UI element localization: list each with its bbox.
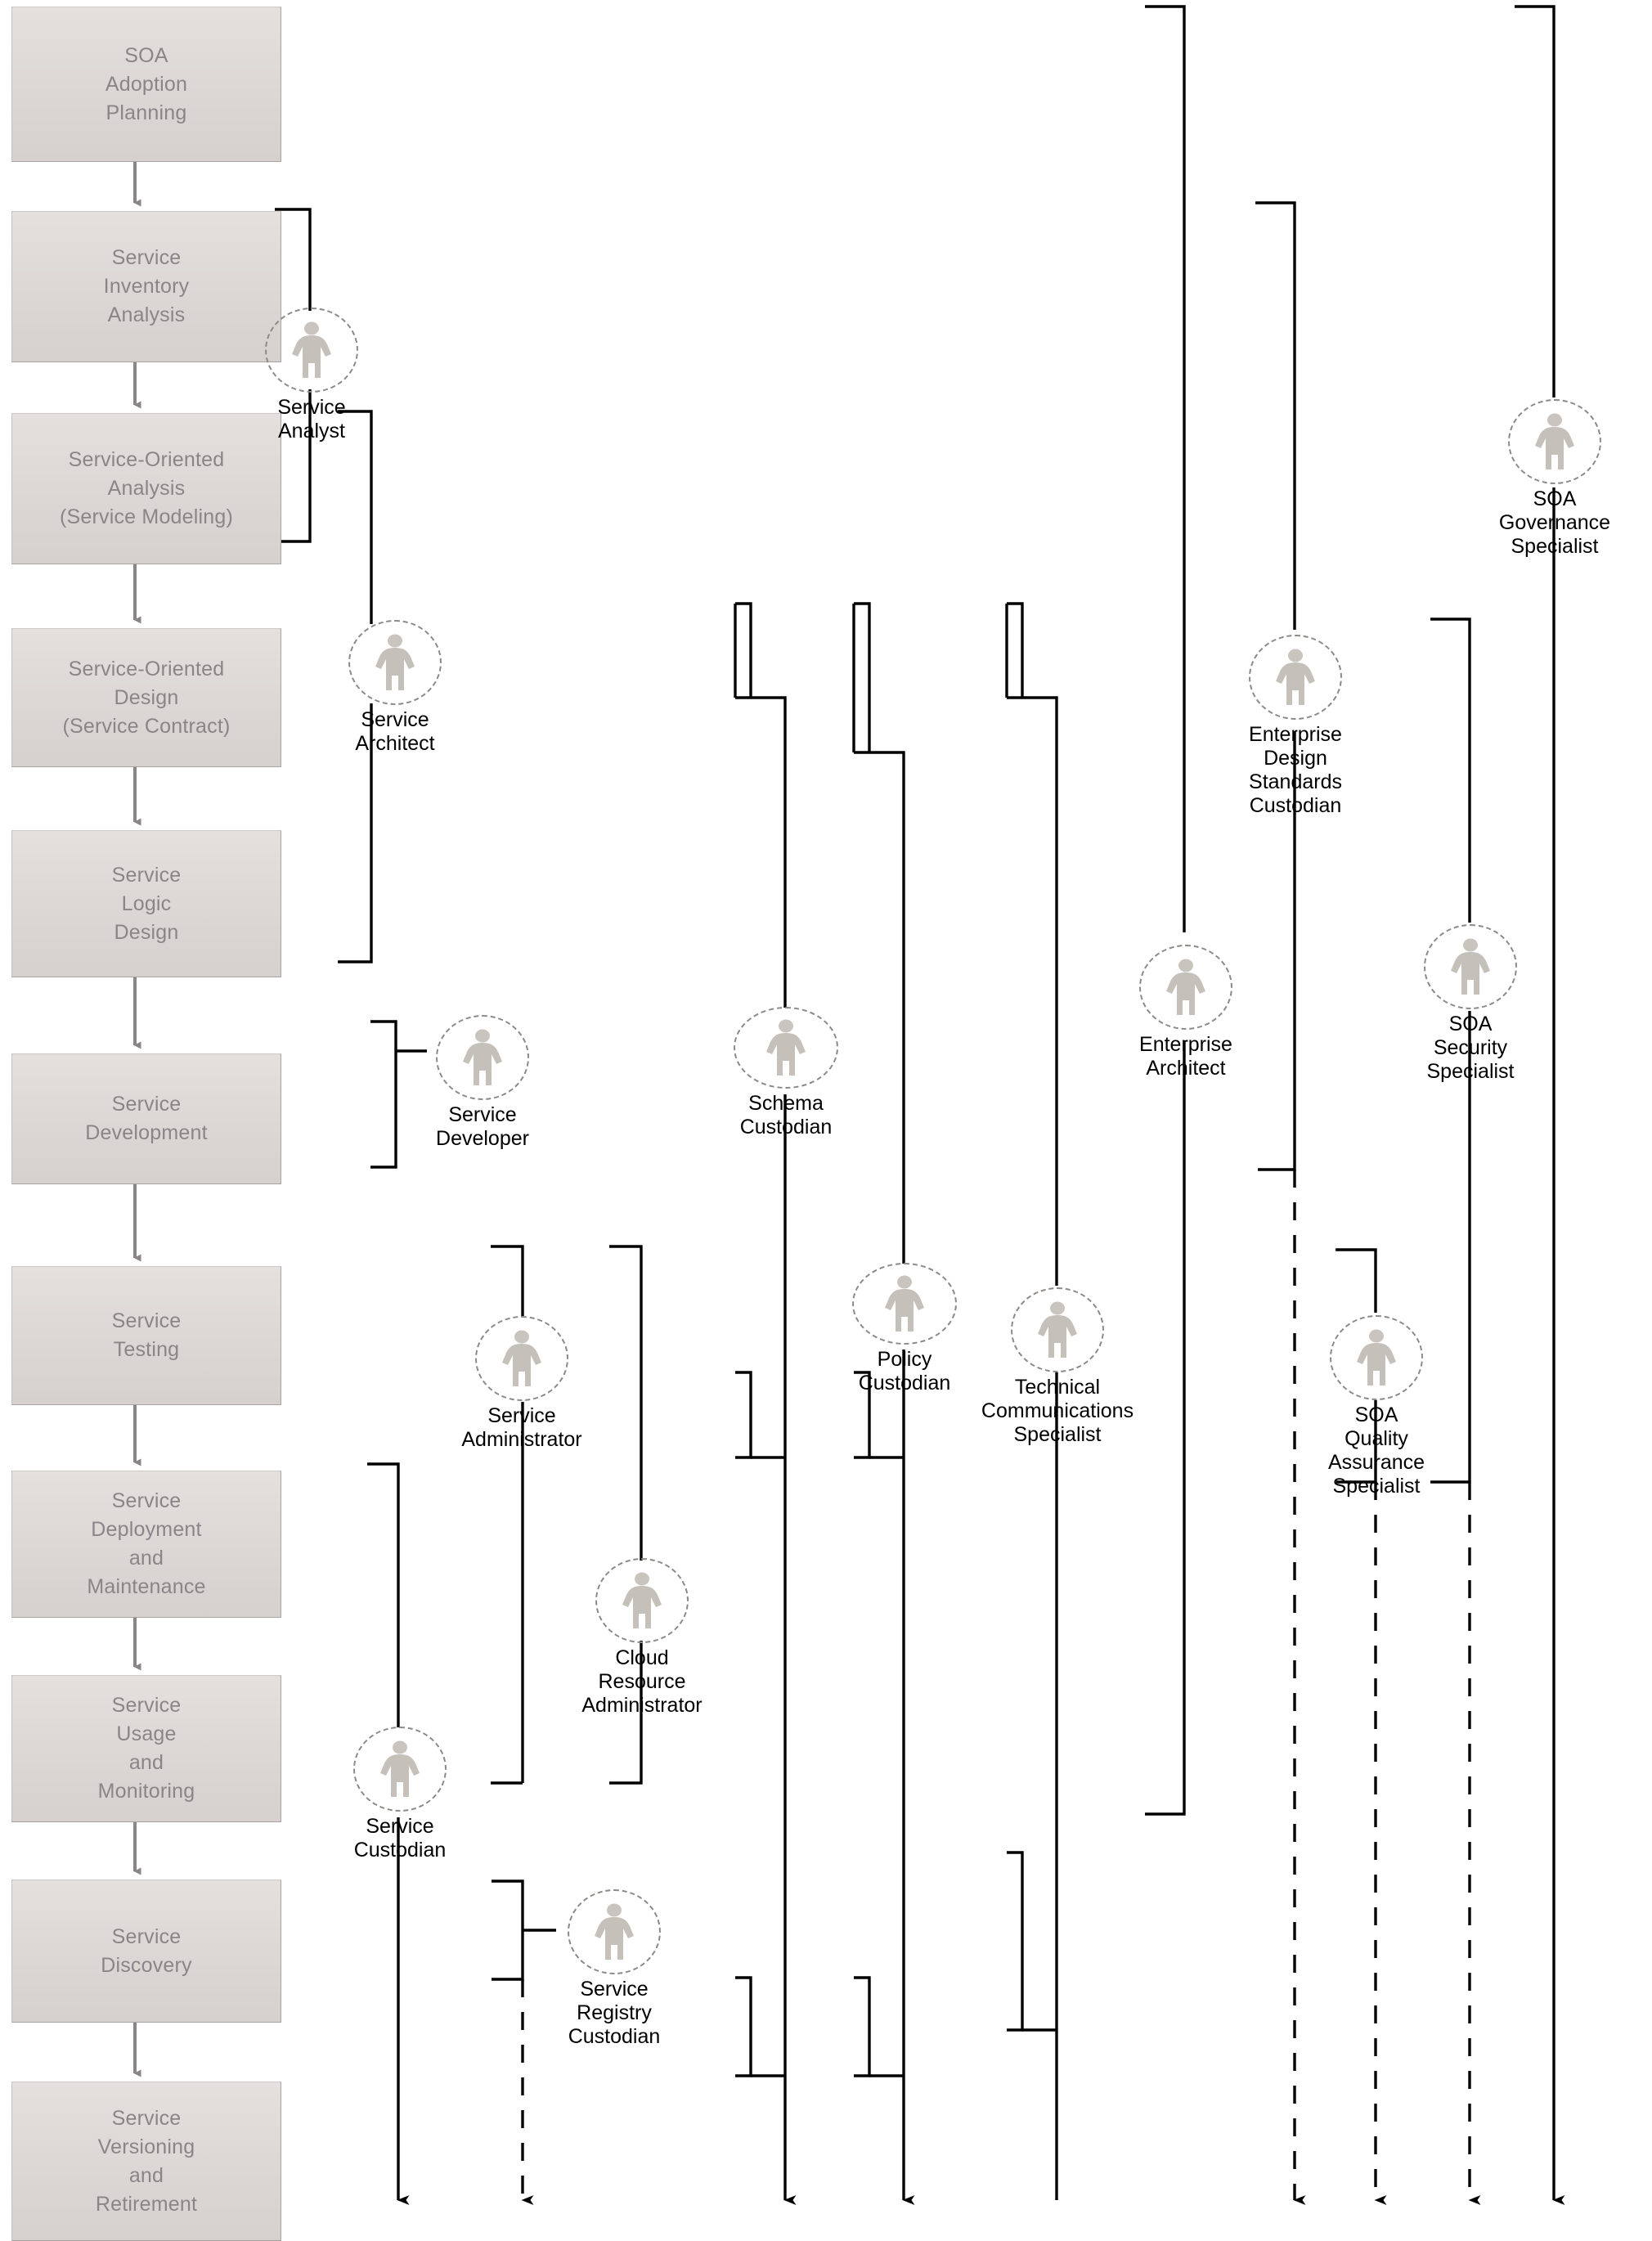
person-icon xyxy=(292,321,331,378)
stage-soa-adoption-planning[interactable]: SOA Adoption Planning xyxy=(11,7,281,162)
role-label: Service Analyst xyxy=(277,396,346,442)
role-service-administrator[interactable]: Service Administrator xyxy=(424,1316,620,1452)
role-label: Enterprise Design Standards Custodian xyxy=(1249,723,1342,817)
person-icon xyxy=(1357,1329,1396,1385)
person-icon xyxy=(766,1019,806,1076)
actor-bubble xyxy=(595,1558,689,1643)
person-icon xyxy=(1038,1301,1077,1358)
stage-service-oriented-design[interactable]: Service-Oriented Design (Service Contrac… xyxy=(11,628,281,767)
lane-enterprise-design-standards-custodian xyxy=(1255,201,1306,2205)
person-icon xyxy=(1166,959,1205,1015)
person-icon xyxy=(1535,413,1574,469)
person-icon xyxy=(380,1740,420,1797)
role-label: Service Registry Custodian xyxy=(568,1978,661,2048)
actor-bubble xyxy=(1330,1315,1423,1400)
actor-bubble xyxy=(475,1316,568,1401)
role-soa-security-specialist[interactable]: SOA Security Specialist xyxy=(1372,924,1569,1084)
lane-soa-governance-specialist xyxy=(1515,5,1565,2205)
role-service-architect[interactable]: Service Architect xyxy=(297,620,493,756)
actor-bubble xyxy=(348,620,442,705)
role-schema-custodian[interactable]: Schema Custodian xyxy=(688,1007,884,1139)
role-technical-communications-specialist[interactable]: Technical Communications Specialist xyxy=(959,1287,1156,1447)
role-label: Cloud Resource Administrator xyxy=(581,1646,703,1717)
role-label: Enterprise Architect xyxy=(1139,1033,1232,1080)
person-icon xyxy=(502,1330,541,1386)
role-label: Service Administrator xyxy=(461,1404,582,1451)
actor-bubble xyxy=(734,1007,838,1089)
stage-service-logic-design[interactable]: Service Logic Design xyxy=(11,830,281,977)
role-label: SOA Governance Specialist xyxy=(1498,487,1611,558)
stage-service-development[interactable]: Service Development xyxy=(11,1053,281,1184)
actor-bubble xyxy=(353,1727,447,1812)
role-label: SOA Quality Assurance Specialist xyxy=(1327,1403,1425,1498)
actor-bubble xyxy=(1249,635,1342,720)
actor-bubble xyxy=(265,308,358,393)
person-icon xyxy=(1276,649,1315,705)
role-soa-quality-assurance-specialist[interactable]: SOA Quality Assurance Specialist xyxy=(1278,1315,1475,1498)
stage-service-deployment[interactable]: Service Deployment and Maintenance xyxy=(11,1471,281,1618)
actor-bubble xyxy=(568,1889,661,1974)
person-icon xyxy=(622,1572,662,1628)
lane-policy-custodian xyxy=(852,602,915,2205)
person-icon xyxy=(595,1903,634,1960)
person-icon xyxy=(885,1275,924,1332)
stage-service-usage-monitoring[interactable]: Service Usage and Monitoring xyxy=(11,1675,281,1822)
lane-schema-custodian xyxy=(734,602,797,2205)
actor-bubble xyxy=(1011,1287,1104,1372)
actor-bubble xyxy=(436,1015,529,1100)
role-enterprise-architect[interactable]: Enterprise Architect xyxy=(1088,945,1284,1080)
actor-bubble xyxy=(1139,945,1232,1030)
role-label: SOA Security Specialist xyxy=(1426,1013,1515,1083)
role-label: Technical Communications Specialist xyxy=(981,1376,1134,1446)
role-service-custodian[interactable]: Service Custodian xyxy=(302,1727,498,1862)
role-soa-governance-specialist[interactable]: SOA Governance Specialist xyxy=(1457,399,1652,559)
role-label: Service Architect xyxy=(355,708,435,755)
person-icon xyxy=(1451,938,1490,995)
role-label: Service Developer xyxy=(436,1103,529,1150)
role-label: Schema Custodian xyxy=(739,1092,833,1138)
role-cloud-resource-administrator[interactable]: Cloud Resource Administrator xyxy=(544,1558,740,1718)
role-label: Service Custodian xyxy=(353,1815,447,1862)
role-service-registry-custodian[interactable]: Service Registry Custodian xyxy=(516,1889,712,2049)
lane-enterprise-architect xyxy=(1145,5,1186,1816)
actor-bubble xyxy=(1424,924,1517,1009)
role-enterprise-design-standards-custodian[interactable]: Enterprise Design Standards Custodian xyxy=(1197,635,1394,818)
person-icon xyxy=(375,634,415,690)
actor-bubble xyxy=(1508,399,1601,484)
soa-lifecycle-roles-diagram: SOA Adoption Planning Service Inventory … xyxy=(0,0,1652,2241)
stage-service-discovery[interactable]: Service Discovery xyxy=(11,1879,281,2023)
role-service-analyst[interactable]: Service Analyst xyxy=(213,308,410,443)
actor-bubble xyxy=(852,1263,957,1345)
stage-service-versioning[interactable]: Service Versioning and Retirement xyxy=(11,2082,281,2241)
person-icon xyxy=(463,1029,502,1085)
stage-service-testing[interactable]: Service Testing xyxy=(11,1266,281,1405)
role-service-developer[interactable]: Service Developer xyxy=(384,1015,581,1151)
